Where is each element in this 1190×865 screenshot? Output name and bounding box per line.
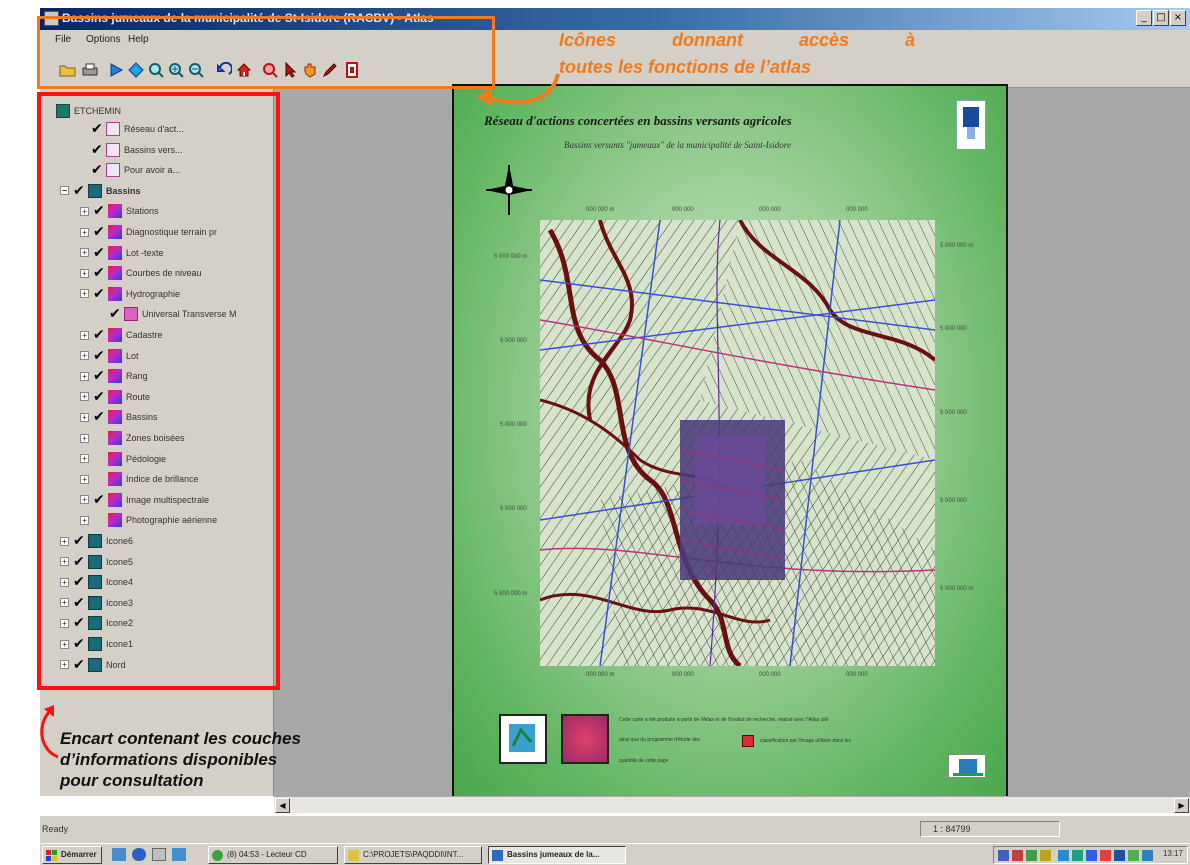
tray-icon[interactable]	[1114, 850, 1125, 861]
coord-right: 5 000 000	[940, 410, 967, 416]
tray-icon[interactable]	[1058, 850, 1069, 861]
layer-panel-callout: Encart contenant les couches d’informati…	[60, 728, 380, 791]
scroll-left-icon[interactable]: ◀	[275, 798, 290, 813]
tray-icon[interactable]	[998, 850, 1009, 861]
scroll-right-icon[interactable]: ▶	[1174, 798, 1189, 813]
tray-icon[interactable]	[1100, 850, 1111, 861]
task-label: C:\PROJETS\PAQDDI\INT...	[363, 850, 464, 859]
screenshot: Bassins jumeaux de la municipalité de St…	[0, 0, 1190, 865]
coord-right: 5 000 000 m	[940, 586, 974, 592]
curved-arrow-icon	[476, 73, 560, 106]
callout-line: pour consultation	[60, 771, 204, 790]
map-page: Réseau d'actions concertées en bassins v…	[452, 84, 1008, 798]
coord-left: 5 000 000	[500, 338, 527, 344]
callout-word: Icônes	[559, 30, 617, 50]
callout-line: d’informations disponibles	[60, 750, 278, 769]
map-image	[540, 220, 935, 666]
tray-icon[interactable]	[1072, 850, 1083, 861]
browser-icon[interactable]	[132, 848, 146, 861]
scale-readout: 1 : 84799	[920, 821, 1060, 837]
task-explorer[interactable]: C:\PROJETS\PAQDDI\INT...	[344, 846, 482, 864]
callout-word: accès	[798, 30, 850, 50]
coord-bottom: 000 000 m	[586, 672, 615, 678]
coord-left: 5 000 000	[500, 422, 527, 428]
legend-swatch	[742, 735, 754, 747]
legend-image	[561, 714, 609, 764]
callout-word: à	[904, 30, 915, 50]
horizontal-scrollbar[interactable]: ◀ ▶	[274, 796, 1190, 813]
map-title: Réseau d'actions concertées en bassins v…	[484, 113, 792, 128]
coord-left: 5 000 000 m	[494, 591, 528, 597]
legend-thumbnail	[499, 714, 547, 764]
explorer-icon[interactable]	[152, 848, 166, 861]
status-text: Ready	[42, 824, 69, 834]
desktop-icon[interactable]	[112, 848, 126, 861]
close-icon[interactable]: ×	[1170, 10, 1186, 26]
tray-icon[interactable]	[1026, 850, 1037, 861]
start-button[interactable]: Démarrer	[42, 846, 102, 864]
coord-right: 5 000 000 m	[940, 243, 974, 249]
task-cd-player[interactable]: (8) 04:53 - Lecteur CD	[208, 846, 338, 864]
north-arrow-icon	[484, 160, 534, 225]
window-controls: _ □ ×	[1136, 10, 1186, 26]
taskbar: Démarrer (8) 04:53 - Lecteur CD C:\PROJE…	[40, 843, 1190, 865]
coord-bottom: 000 000	[846, 672, 868, 678]
coord-right: 5 000 000	[940, 498, 967, 504]
legend-text: Cette carte a été produite à partir de l…	[619, 717, 829, 723]
coord-top: 000 000	[846, 207, 868, 213]
toolbar-callout: Icônes donnant accès à toutes les foncti…	[559, 27, 915, 81]
coord-bottom: 000 000	[672, 672, 694, 678]
organization-logo	[956, 100, 986, 150]
coord-top: 000 000 m	[586, 207, 615, 213]
system-tray: 13:17	[993, 846, 1188, 864]
cd-icon	[212, 850, 223, 861]
clock: 13:17	[1162, 849, 1183, 858]
coord-top: 000 000	[672, 207, 694, 213]
status-bar: Ready 1 : 84799	[40, 815, 1190, 843]
legend-text: ainsi que du programme d'étude des	[619, 737, 701, 743]
legend-text: quantité de cette page	[619, 758, 669, 764]
windows-logo-icon	[46, 850, 57, 861]
tray-icon[interactable]	[1128, 850, 1139, 861]
start-label: Démarrer	[61, 850, 97, 859]
tray-icon[interactable]	[1142, 850, 1153, 861]
layer-panel-highlight-box	[37, 92, 280, 690]
toolbar-highlight-box	[37, 16, 495, 89]
coord-right: 5 000 000	[940, 326, 967, 332]
tray-icon[interactable]	[1086, 850, 1097, 861]
tray-icon[interactable]	[1012, 850, 1023, 861]
quicklaunch-icon[interactable]	[172, 848, 186, 861]
atlas-icon	[492, 850, 503, 861]
coord-left: 5 000 000	[500, 506, 527, 512]
legend-text: classification par l'image utilisée dans…	[760, 738, 851, 744]
task-label: (8) 04:53 - Lecteur CD	[227, 850, 307, 859]
coord-top: 000 000	[759, 207, 781, 213]
callout-word: donnant	[672, 30, 743, 50]
partner-logo	[948, 754, 986, 778]
maximize-icon[interactable]: □	[1153, 10, 1169, 26]
callout-line: Encart contenant les couches	[60, 729, 301, 748]
coord-bottom: 000 000	[759, 672, 781, 678]
task-atlas[interactable]: Bassins jumeaux de la...	[488, 846, 626, 864]
coord-left: 5 000 000 m	[494, 254, 528, 260]
minimize-icon[interactable]: _	[1136, 10, 1152, 26]
tray-icon[interactable]	[1040, 850, 1051, 861]
folder-icon	[348, 850, 359, 861]
callout-line: toutes les fonctions de l’atlas	[559, 57, 812, 77]
map-subtitle: Bassins versants "jumeaux" de la municip…	[564, 140, 791, 150]
task-label: Bassins jumeaux de la...	[507, 850, 600, 859]
